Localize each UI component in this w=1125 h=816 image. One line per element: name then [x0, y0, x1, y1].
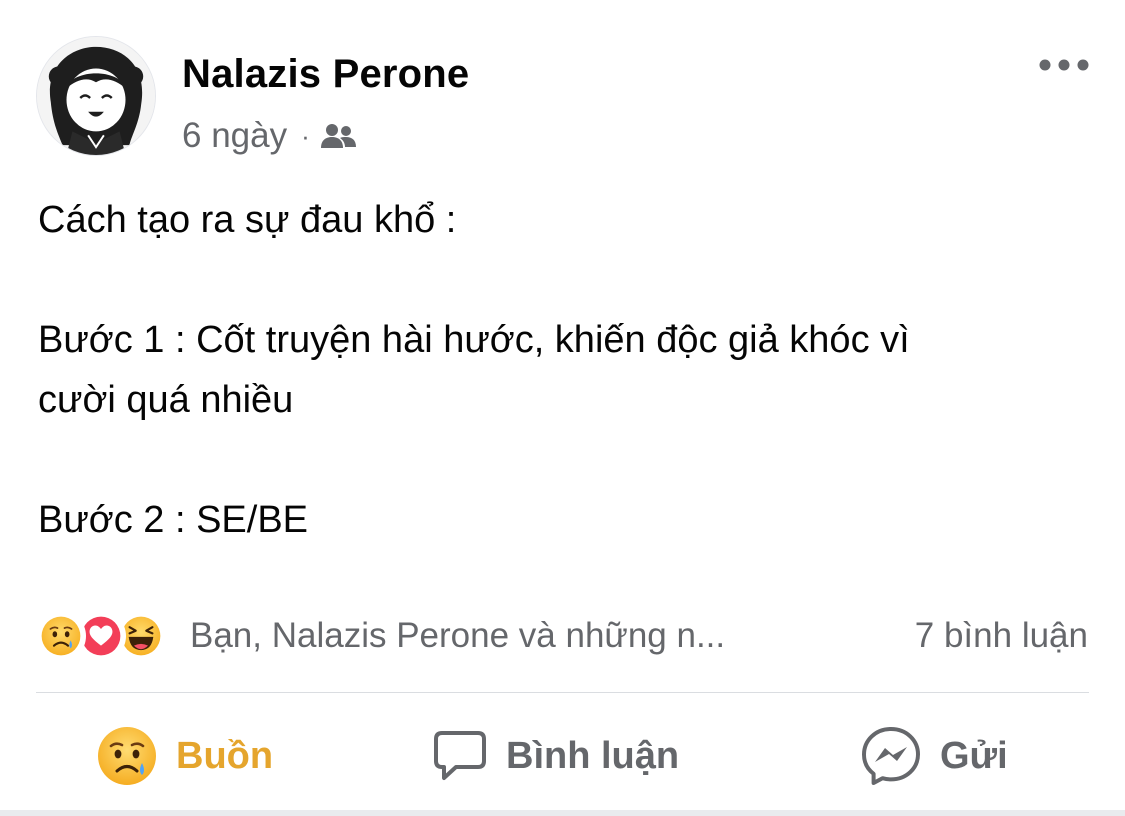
- sad-reaction-icon: [98, 727, 156, 785]
- reaction-icons[interactable]: [36, 611, 166, 661]
- more-horizontal-icon: [1039, 59, 1089, 71]
- comment-button-label: Bình luận: [506, 734, 680, 777]
- post-meta: 6 ngày ·: [182, 114, 358, 158]
- reactors-summary[interactable]: Bạn, Nalazis Perone và những n...: [190, 616, 725, 656]
- comment-button[interactable]: Bình luận: [432, 710, 679, 802]
- avatar-image: [37, 37, 155, 155]
- post-line-step1: Bước 1 : Cốt truyện hài hước, khiến độc …: [38, 319, 910, 361]
- messenger-icon: [862, 727, 920, 785]
- bottom-border: [0, 810, 1125, 816]
- more-options-button[interactable]: [1034, 50, 1094, 80]
- send-button-label: Gửi: [940, 734, 1008, 777]
- react-button[interactable]: Buồn: [96, 710, 273, 802]
- author-name[interactable]: Nalazis Perone: [182, 52, 469, 97]
- post-time[interactable]: 6 ngày: [182, 116, 287, 156]
- reactions-summary[interactable]: Bạn, Nalazis Perone và những n... 7 bình…: [36, 608, 1088, 664]
- comments-count[interactable]: 7 bình luận: [915, 616, 1088, 656]
- react-button-label: Buồn: [176, 734, 274, 777]
- divider: [36, 692, 1089, 693]
- send-button[interactable]: Gửi: [860, 710, 1008, 802]
- post-text: Cách tạo ra sự đau khổ : Bước 1 : Cốt tr…: [38, 190, 1098, 550]
- sad-reaction-icon: [36, 611, 86, 661]
- action-bar: Buồn Bình luận Gửi: [0, 710, 1125, 802]
- post-line-step1-continued: cười quá nhiều: [38, 379, 294, 421]
- post-line-title: Cách tạo ra sự đau khổ :: [38, 199, 457, 241]
- meta-separator: ·: [301, 121, 310, 151]
- friends-icon[interactable]: [320, 121, 358, 151]
- author-avatar[interactable]: [36, 36, 156, 156]
- post-line-step2: Bước 2 : SE/BE: [38, 499, 309, 541]
- comment-icon: [434, 731, 486, 780]
